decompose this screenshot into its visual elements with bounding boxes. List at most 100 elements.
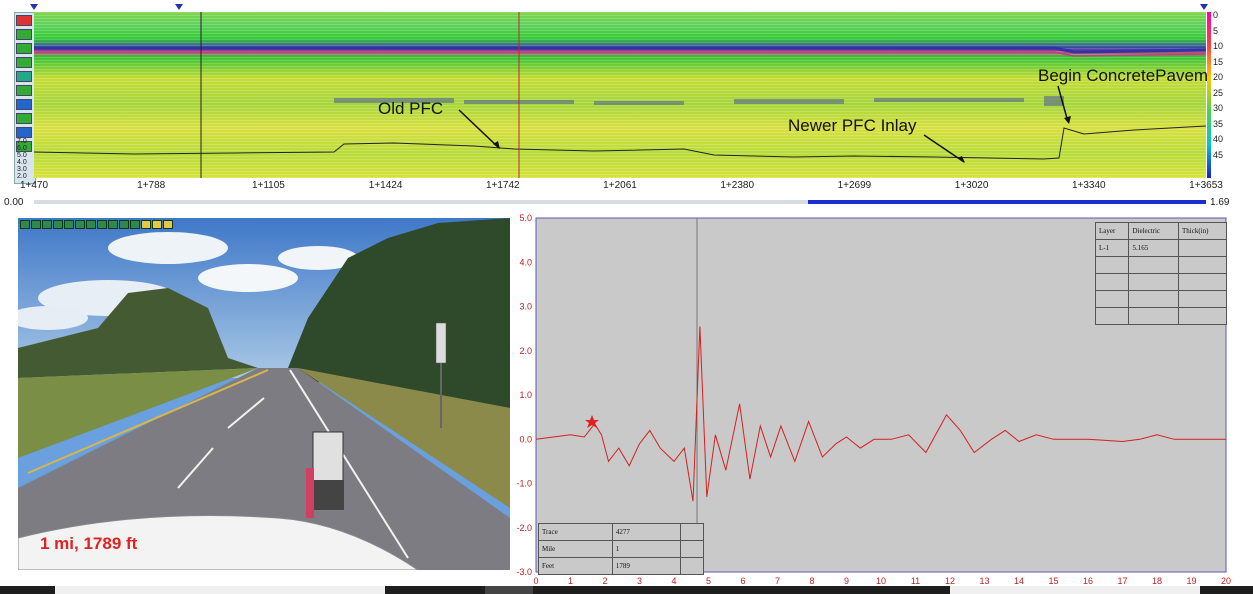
y-tick-label: 5.0 <box>519 214 532 223</box>
amplitude-tick-label: 5.0 <box>17 152 27 159</box>
stop-icon[interactable] <box>53 220 63 229</box>
depth-tick-label: 0 <box>1213 10 1219 20</box>
table-header-row: Layer Dielectric Thick(in) <box>1094 222 1227 240</box>
x-tick-label: 8 <box>809 576 814 586</box>
newer-pfc-label: Newer PFC Inlay <box>788 116 917 135</box>
depth-tick-label: 15 <box>1213 56 1224 67</box>
fit-icon[interactable] <box>16 57 32 68</box>
zoom-out-icon[interactable] <box>16 43 32 54</box>
y-tick-label: 0.0 <box>519 434 532 444</box>
trace-value: 4277 <box>611 523 682 541</box>
depth-colorbar <box>1207 12 1211 178</box>
prev-icon[interactable] <box>31 220 41 229</box>
slow-icon[interactable] <box>97 220 107 229</box>
depth-tick-label: 10 <box>1213 41 1224 51</box>
distance-tick-label: 1+1424 <box>368 180 403 191</box>
x-tick-label: 0 <box>533 576 538 586</box>
next-icon[interactable] <box>75 220 85 229</box>
taskbar-search[interactable] <box>55 586 385 594</box>
scrollbar-thumb[interactable] <box>807 200 1206 204</box>
amplitude-tick-label: 2.0 <box>17 173 27 180</box>
x-tick-label: 14 <box>1014 576 1024 586</box>
x-tick-label: 12 <box>945 576 955 586</box>
x-tick-label: 7 <box>775 576 780 586</box>
last-icon[interactable] <box>86 220 96 229</box>
play-icon[interactable] <box>64 220 74 229</box>
scroll-start-label: 0.00 <box>4 197 24 208</box>
pick-icon[interactable] <box>16 113 32 124</box>
x-tick-label: 6 <box>740 576 745 586</box>
scroll-end-label: 1.69 <box>1210 197 1230 208</box>
camera-toolbar <box>20 220 173 230</box>
x-tick-label: 9 <box>844 576 849 586</box>
x-tick-label: 17 <box>1117 576 1127 586</box>
table-row[interactable] <box>1094 256 1227 274</box>
depth-tick-label: 45 <box>1213 149 1224 160</box>
red-flag-icon[interactable] <box>16 15 32 26</box>
x-tick-label: 20 <box>1221 576 1231 586</box>
table-row: Trace 4277 <box>538 523 704 541</box>
taskbar-tray[interactable] <box>950 586 1200 594</box>
distance-tick-label: 1+2699 <box>837 180 872 191</box>
layer-table: Layer Dielectric Thick(in) L-1 5.165 <box>1094 222 1227 325</box>
table-row[interactable] <box>1094 307 1227 325</box>
loop-icon[interactable] <box>119 220 129 229</box>
mile-value: 1 <box>611 540 682 558</box>
depth-tick-label: 5 <box>1213 25 1219 36</box>
depth-tick-label: 40 <box>1213 134 1224 144</box>
y-tick-label: 1.0 <box>519 390 532 400</box>
x-tick-label: 5 <box>706 576 711 586</box>
x-tick-label: 18 <box>1152 576 1162 586</box>
table-row[interactable] <box>1094 290 1227 308</box>
config-icon[interactable] <box>141 220 151 229</box>
y-tick-label: 3.0 <box>519 302 532 312</box>
x-tick-label: 2 <box>602 576 607 586</box>
old-pfc-label: Old PFC <box>378 99 444 118</box>
feet-value: 1789 <box>611 557 682 575</box>
start-marker-icon[interactable] <box>30 4 38 10</box>
distance-tick-label: 1+1105 <box>251 180 285 191</box>
table-row[interactable]: L-1 5.165 <box>1094 239 1227 257</box>
distance-scrollbar[interactable] <box>34 200 1206 204</box>
end-marker-icon[interactable] <box>1200 4 1208 10</box>
x-tick-label: 13 <box>979 576 989 586</box>
marker-icon[interactable] <box>16 99 32 110</box>
header-layer: Layer <box>1094 222 1130 240</box>
fast-icon[interactable] <box>108 220 118 229</box>
distance-tick-label: 1+1742 <box>485 180 520 191</box>
zoom-out-icon[interactable] <box>163 220 173 229</box>
taskbar-app-button[interactable] <box>485 586 533 594</box>
trace-label: Trace <box>538 523 613 541</box>
feet-label: Feet <box>538 557 613 575</box>
amplitude-tick-label: 4.0 <box>17 159 27 166</box>
layer-icon[interactable] <box>16 85 32 96</box>
zoom-in-icon[interactable] <box>16 29 32 40</box>
table-row[interactable] <box>1094 273 1227 291</box>
distance-tick-label: 1+788 <box>137 180 166 191</box>
distance-axis: 1+470 1+788 1+1105 1+1424 1+1742 1+2061 1+2380… <box>20 180 1223 194</box>
grid-icon[interactable] <box>16 71 32 82</box>
first-icon[interactable] <box>20 220 30 229</box>
distance-tick-label: 1+2380 <box>720 180 755 191</box>
play-back-icon[interactable] <box>42 220 52 229</box>
table-row: Feet 1789 <box>538 557 704 575</box>
y-axis: 5.0 4.0 3.0 2.0 1.0 0.0 -1.0 -2.0 -3.0 <box>516 214 532 577</box>
depth-tick-label: 25 <box>1213 87 1224 98</box>
y-tick-label: -2.0 <box>516 523 532 533</box>
zoom-in-icon[interactable] <box>152 220 162 229</box>
arrow-down-icon[interactable] <box>16 127 32 138</box>
road-scene <box>18 218 510 570</box>
snap-icon[interactable] <box>130 220 140 229</box>
radargram-view[interactable] <box>34 12 1206 178</box>
table-row: Mile 1 <box>538 540 704 558</box>
depth-tick-label: 20 <box>1213 72 1224 82</box>
x-tick-label: 1 <box>568 576 573 586</box>
position-marker-icon[interactable] <box>175 4 183 10</box>
distance-tick-label: 1+3340 <box>1071 180 1106 191</box>
taskbar <box>0 586 1253 594</box>
distance-tick-label: 1+3020 <box>954 180 989 191</box>
header-dielectric: Dielectric <box>1128 222 1180 240</box>
y-tick-label: 2.0 <box>519 346 532 356</box>
depth-tick-label: 35 <box>1213 118 1224 129</box>
depth-tick-label: 30 <box>1213 103 1224 113</box>
